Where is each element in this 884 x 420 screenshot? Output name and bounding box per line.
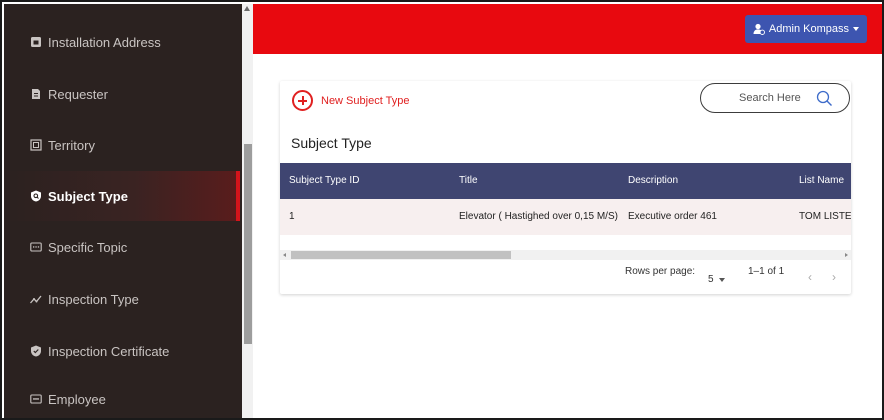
rows-per-page-select[interactable]: 5 (708, 274, 725, 285)
trend-icon (30, 293, 42, 305)
certificate-shield-icon (30, 345, 42, 357)
new-button-label: New Subject Type (321, 94, 410, 107)
cell-description: Executive order 461 (628, 211, 717, 222)
scrollbar-thumb[interactable] (244, 144, 252, 344)
sidebar-item-label: Inspection Type (48, 291, 139, 307)
page-title: Subject Type (291, 135, 372, 151)
shield-search-icon (30, 190, 42, 202)
scroll-right-arrow-icon[interactable] (845, 253, 848, 257)
subject-type-card: New Subject Type Search Here Subject Typ… (280, 81, 851, 294)
scroll-up-arrow-icon[interactable] (244, 6, 250, 11)
rows-per-page-label: Rows per page: (625, 266, 696, 277)
sidebar-item-label: Inspection Certificate (48, 343, 170, 359)
employee-card-icon (30, 393, 42, 405)
chevron-down-icon (718, 277, 725, 282)
table-header: Subject Type ID Title Description List N… (280, 163, 851, 199)
table-row[interactable]: 1 Elevator ( Hastighed over 0,15 M/S) Ex… (280, 199, 851, 235)
sidebar-item-label: Specific Topic (48, 239, 128, 255)
chevron-down-icon (853, 27, 859, 31)
table-horizontal-scrollbar[interactable] (280, 250, 851, 260)
sidebar-item-inspection-type[interactable]: Inspection Type (4, 274, 240, 324)
building-icon (30, 36, 42, 48)
sidebar-item-employee[interactable]: Employee (4, 374, 240, 418)
sidebar-item-territory[interactable]: Territory (4, 120, 240, 170)
topic-icon (30, 241, 42, 253)
sidebar-item-label: Installation Address (48, 34, 161, 50)
new-subject-type-button[interactable]: New Subject Type (292, 90, 409, 111)
add-circle-icon (292, 90, 313, 111)
territory-icon (30, 139, 42, 151)
column-header-list-name[interactable]: List Name (799, 175, 844, 186)
cell-subject-type-id: 1 (289, 211, 295, 222)
page-range: 1–1 of 1 (748, 266, 785, 277)
sidebar-item-subject-type[interactable]: Subject Type (4, 171, 240, 221)
cell-list-name: TOM LISTE (799, 211, 851, 222)
pagination: Rows per page: 5 1–1 of 1 ‹ › (280, 264, 851, 288)
sidebar-item-label: Subject Type (48, 188, 128, 204)
sidebar-item-specific-topic[interactable]: Specific Topic (4, 222, 240, 272)
search-icon[interactable] (816, 90, 833, 107)
user-menu-button[interactable]: Admin Kompass (744, 15, 867, 43)
cell-title: Elevator ( Hastighed over 0,15 M/S) (459, 211, 618, 222)
sidebar-item-label: Territory (48, 137, 95, 153)
sidebar-item-label: Requester (48, 86, 108, 102)
previous-page-button[interactable]: ‹ (808, 270, 812, 284)
sidebar-item-requester[interactable]: Requester (4, 69, 240, 119)
horizontal-scrollbar-thumb[interactable] (291, 251, 511, 259)
rows-per-page-value: 5 (708, 274, 714, 285)
column-header-title[interactable]: Title (459, 175, 478, 186)
sidebar-scrollbar[interactable] (242, 4, 253, 418)
next-page-button[interactable]: › (832, 270, 836, 284)
user-name: Admin Kompass (768, 23, 849, 35)
search-input[interactable]: Search Here (700, 83, 850, 113)
top-bar: Admin Kompass (253, 4, 882, 54)
document-icon (30, 88, 42, 100)
app-frame: Installation Address Requester Territory… (0, 0, 884, 420)
sidebar-item-label: Employee (48, 391, 106, 407)
column-header-subject-type-id[interactable]: Subject Type ID (289, 175, 359, 186)
search-placeholder: Search Here (739, 92, 801, 104)
user-gear-icon (753, 23, 765, 35)
sidebar-item-installation-address[interactable]: Installation Address (4, 17, 240, 67)
column-header-description[interactable]: Description (628, 175, 678, 186)
sidebar-item-inspection-certificate[interactable]: Inspection Certificate (4, 326, 240, 376)
sidebar: Installation Address Requester Territory… (4, 4, 253, 418)
scroll-left-arrow-icon[interactable] (283, 253, 286, 257)
